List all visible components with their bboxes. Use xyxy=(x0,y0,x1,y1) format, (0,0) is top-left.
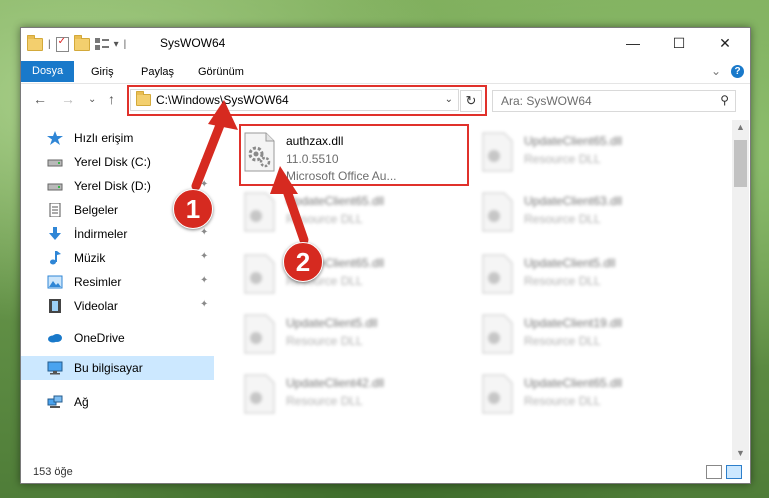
arrow-2 xyxy=(281,183,309,245)
callout-1: 1 xyxy=(173,189,213,229)
arrow-1-head xyxy=(208,100,238,130)
arrow-1 xyxy=(191,115,227,191)
arrow-2-head xyxy=(270,166,298,194)
callout-2: 2 xyxy=(283,242,323,282)
annotation-arrows xyxy=(191,100,309,245)
